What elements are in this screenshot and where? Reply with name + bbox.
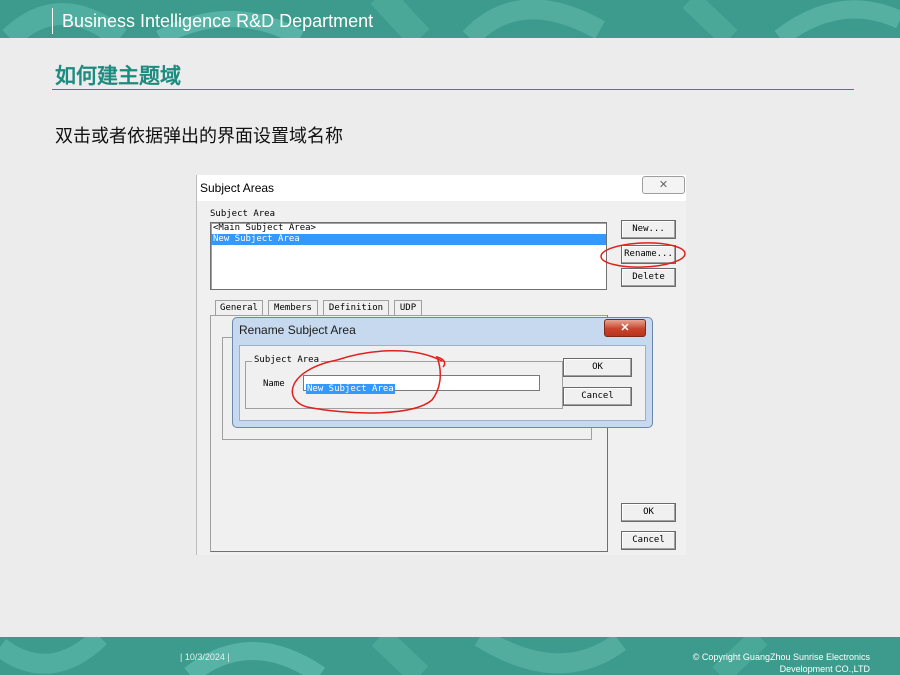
name-input-value: New Subject Area <box>306 384 395 394</box>
window-titlebar: Subject Areas ✕ <box>197 175 686 201</box>
footer-band: | 10/3/2024 | © Copyright GuangZhou Sunr… <box>0 637 900 675</box>
subject-area-listbox[interactable]: <Main Subject Area> New Subject Area <box>210 222 607 290</box>
name-input[interactable]: New Subject Area <box>303 375 540 394</box>
group-label: Subject Area <box>252 355 322 365</box>
rename-dialog-title: Rename Subject Area <box>239 323 356 337</box>
delete-button[interactable]: Delete <box>621 268 676 287</box>
header-band: Business Intelligence R&D Department <box>0 0 900 38</box>
cancel-button[interactable]: Cancel <box>621 531 676 550</box>
slide-date: | 10/3/2024 | <box>180 652 230 662</box>
copyright-text: © Copyright GuangZhou Sunrise Electronic… <box>610 651 870 675</box>
tab-general[interactable]: General <box>215 300 263 315</box>
title-divider <box>52 89 854 90</box>
copyright-line-1: © Copyright GuangZhou Sunrise Electronic… <box>692 652 870 662</box>
list-item[interactable]: New Subject Area <box>211 234 606 245</box>
subject-area-label: Subject Area <box>210 209 276 219</box>
dialog-ok-button[interactable]: OK <box>563 358 632 377</box>
name-label: Name <box>263 379 285 389</box>
rename-button[interactable]: Rename... <box>621 245 676 264</box>
dialog-cancel-button[interactable]: Cancel <box>563 387 632 406</box>
slide-title: 如何建主题域 <box>55 64 181 88</box>
close-icon[interactable]: ✕ <box>604 319 646 337</box>
subject-areas-screenshot: Subject Areas ✕ Subject Area <Main Subje… <box>196 175 686 555</box>
tab-members[interactable]: Members <box>268 300 318 315</box>
tab-udp[interactable]: UDP <box>394 300 422 315</box>
tab-definition[interactable]: Definition <box>323 300 389 315</box>
new-button[interactable]: New... <box>621 220 676 239</box>
close-icon[interactable]: ✕ <box>642 176 685 194</box>
slide-body-text: 双击或者依据弹出的界面设置域名称 <box>55 126 343 147</box>
list-item[interactable]: <Main Subject Area> <box>211 223 606 234</box>
window-title: Subject Areas <box>200 181 275 195</box>
department-name: Business Intelligence R&D Department <box>52 8 373 34</box>
copyright-line-2: Development CO.,LTD <box>779 664 870 674</box>
ok-button[interactable]: OK <box>621 503 676 522</box>
rename-dialog: Rename Subject Area ✕ Subject Area Name … <box>232 317 653 428</box>
